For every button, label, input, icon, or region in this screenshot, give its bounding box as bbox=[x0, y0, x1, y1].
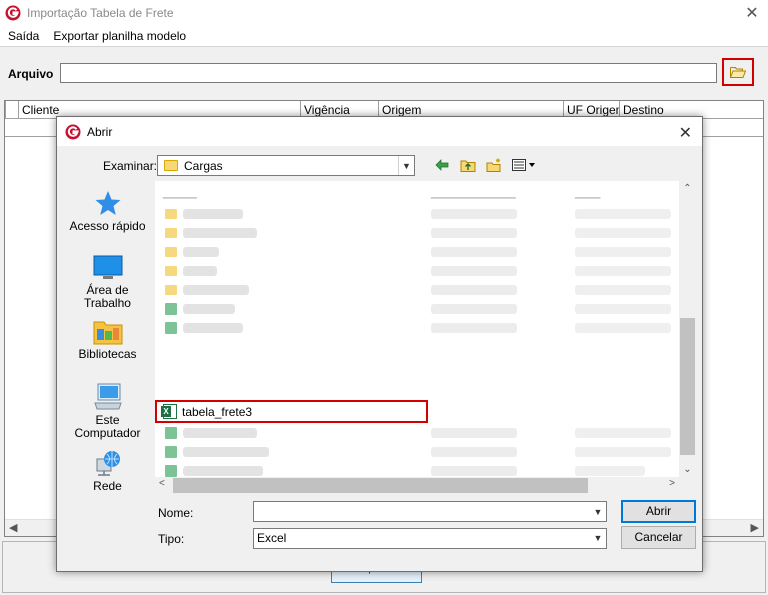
chevron-down-icon[interactable]: ▼ bbox=[398, 156, 414, 175]
selected-file-name: tabela_frete3 bbox=[182, 404, 253, 419]
app-logo-icon bbox=[65, 124, 81, 139]
filename-label: Nome: bbox=[158, 506, 194, 520]
star-icon bbox=[95, 191, 120, 215]
selected-file-row[interactable]: tabela_frete3 bbox=[155, 400, 428, 423]
menu-item-saida[interactable]: Saída bbox=[8, 29, 39, 43]
column-header-name[interactable]: ▁▁▁▁ bbox=[163, 186, 197, 202]
place-label: Área de Trabalho bbox=[84, 283, 131, 310]
folder-open-icon bbox=[730, 67, 746, 78]
column-header-date[interactable]: ▁▁▁▁▁▁▁▁▁▁ bbox=[431, 186, 516, 202]
grid-indicator-column bbox=[5, 101, 18, 119]
scroll-right-icon[interactable]: ▶ bbox=[751, 521, 759, 534]
menubar: Saída Exportar planilha modelo bbox=[0, 26, 768, 46]
scroll-thumb[interactable] bbox=[173, 478, 588, 493]
filename-input[interactable]: ▼ bbox=[253, 501, 607, 522]
filetype-value: Excel bbox=[257, 531, 287, 545]
place-label: Bibliotecas bbox=[78, 347, 137, 361]
arquivo-label: Arquivo bbox=[8, 67, 54, 81]
lookin-label: Examinar: bbox=[103, 159, 158, 173]
list-item[interactable] bbox=[155, 243, 677, 262]
lookin-value: Cargas bbox=[184, 158, 223, 173]
horizontal-scrollbar[interactable]: < > bbox=[155, 477, 679, 494]
place-libraries[interactable]: Bibliotecas bbox=[61, 319, 154, 361]
place-label: Acesso rápido bbox=[69, 219, 146, 233]
chevron-down-icon[interactable]: ▼ bbox=[590, 502, 606, 521]
menubar-divider bbox=[0, 46, 768, 47]
scroll-left-icon[interactable]: ◀ bbox=[9, 521, 17, 534]
cancel-button[interactable]: Cancelar bbox=[621, 526, 696, 549]
scroll-left-icon[interactable]: < bbox=[159, 478, 165, 489]
libraries-icon bbox=[93, 321, 122, 345]
close-icon[interactable]: ✕ bbox=[744, 3, 760, 23]
list-item[interactable] bbox=[155, 300, 677, 319]
new-folder-icon[interactable] bbox=[485, 156, 503, 174]
computer-icon bbox=[93, 383, 122, 410]
open-button[interactable]: Abrir bbox=[621, 500, 696, 523]
open-file-dialog: Abrir ✕ Examinar: Cargas ▼ Acesso rápido bbox=[56, 116, 703, 572]
scroll-up-icon[interactable]: ⌃ bbox=[679, 183, 696, 194]
view-menu-icon[interactable] bbox=[511, 156, 537, 174]
list-item[interactable] bbox=[155, 424, 677, 443]
list-item[interactable] bbox=[155, 262, 677, 281]
network-icon bbox=[96, 451, 120, 476]
places-bar: Acesso rápido Área de Trabalho Bibliotec… bbox=[61, 181, 154, 501]
place-label: Rede bbox=[93, 479, 122, 493]
place-desktop[interactable]: Área de Trabalho bbox=[61, 255, 154, 310]
vertical-scrollbar[interactable]: ⌃ ⌄ bbox=[679, 181, 696, 477]
folder-icon bbox=[164, 160, 178, 171]
list-item[interactable] bbox=[155, 205, 677, 224]
dialog-titlebar: Abrir ✕ bbox=[57, 117, 702, 146]
chevron-down-icon[interactable]: ▼ bbox=[590, 529, 606, 548]
arquivo-input[interactable] bbox=[60, 63, 717, 83]
scroll-down-icon[interactable]: ⌄ bbox=[679, 464, 696, 475]
list-item[interactable] bbox=[155, 281, 677, 300]
place-this-computer[interactable]: Este Computador bbox=[61, 383, 154, 440]
dialog-toolbar bbox=[433, 156, 537, 174]
app-logo-icon bbox=[5, 5, 21, 21]
list-item[interactable] bbox=[155, 443, 677, 462]
list-item[interactable] bbox=[155, 224, 677, 243]
menu-item-exportar[interactable]: Exportar planilha modelo bbox=[53, 29, 186, 43]
filetype-select[interactable]: Excel ▼ bbox=[253, 528, 607, 549]
window-title: Importação Tabela de Frete bbox=[27, 6, 174, 20]
excel-file-icon bbox=[161, 404, 177, 419]
file-list[interactable]: ▁▁▁▁ ▁▁▁▁▁▁▁▁▁▁ ▁▁▁ tabela_frete3 ⌃ ⌄ < … bbox=[155, 181, 696, 494]
dialog-title: Abrir bbox=[87, 124, 113, 139]
place-network[interactable]: Rede bbox=[61, 449, 154, 493]
open-file-button[interactable] bbox=[722, 58, 754, 86]
list-item[interactable] bbox=[155, 319, 677, 338]
place-quick-access[interactable]: Acesso rápido bbox=[61, 189, 154, 233]
up-folder-icon[interactable] bbox=[459, 156, 477, 174]
main-titlebar: Importação Tabela de Frete ✕ bbox=[0, 0, 768, 26]
desktop-icon bbox=[93, 255, 122, 279]
lookin-select[interactable]: Cargas ▼ bbox=[157, 155, 415, 176]
back-icon[interactable] bbox=[433, 156, 451, 174]
column-header-type[interactable]: ▁▁▁ bbox=[575, 186, 600, 202]
scroll-corner bbox=[679, 477, 696, 494]
scroll-right-icon[interactable]: > bbox=[669, 478, 675, 489]
scroll-thumb[interactable] bbox=[680, 318, 695, 455]
filetype-label: Tipo: bbox=[158, 532, 185, 546]
place-label: Este Computador bbox=[74, 413, 141, 440]
dialog-close-icon[interactable]: ✕ bbox=[679, 123, 692, 143]
